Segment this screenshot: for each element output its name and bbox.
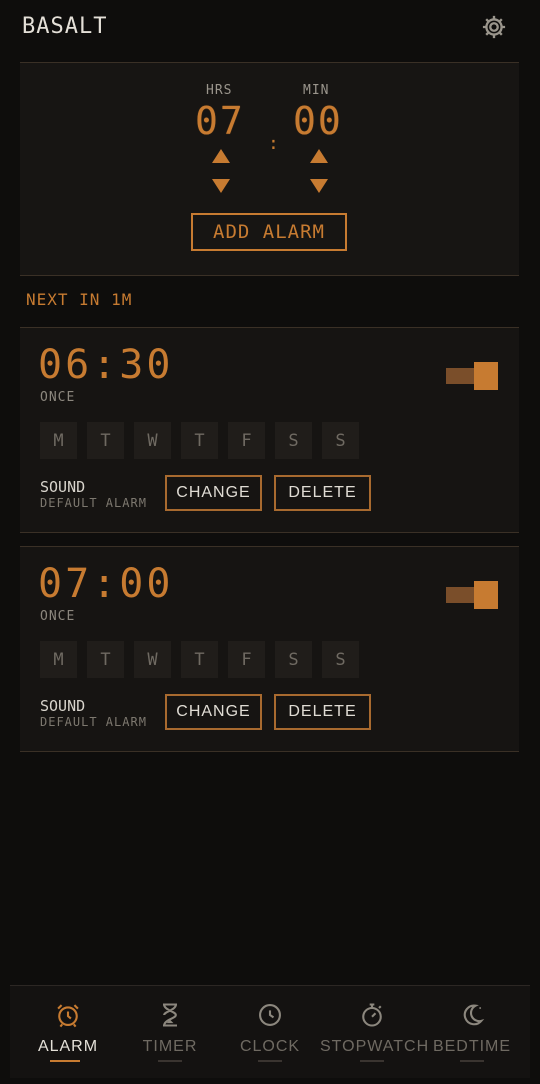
next-alarm-status: NEXT IN 1M: [26, 290, 133, 309]
change-sound-button[interactable]: CHANGE: [165, 475, 262, 511]
day-monday[interactable]: M: [40, 641, 77, 678]
day-wednesday[interactable]: W: [134, 422, 171, 459]
app-header: BASALT: [0, 0, 540, 56]
bottom-nav: ALARM TIMER CLOCK STOPWATCH BEDTIME: [10, 985, 530, 1078]
minutes-up-arrow-icon[interactable]: [310, 149, 328, 163]
weekday-selector: M T W T F S S: [40, 641, 359, 678]
day-wednesday[interactable]: W: [134, 641, 171, 678]
day-friday[interactable]: F: [228, 641, 265, 678]
gear-icon[interactable]: [480, 13, 508, 41]
time-separator: :: [268, 133, 279, 154]
nav-label: CLOCK: [239, 1038, 301, 1055]
nav-label: TIMER: [142, 1038, 198, 1055]
nav-label: STOPWATCH: [320, 1038, 430, 1055]
day-sunday[interactable]: S: [322, 422, 359, 459]
hours-up-arrow-icon[interactable]: [212, 149, 230, 163]
nav-item-clock[interactable]: CLOCK: [218, 986, 322, 1078]
hours-down-arrow-icon[interactable]: [212, 179, 230, 193]
nav-underline: [258, 1060, 282, 1062]
nav-item-bedtime[interactable]: BEDTIME: [420, 986, 524, 1078]
sound-name: DEFAULT ALARM: [40, 496, 147, 510]
alarm-toggle[interactable]: [446, 362, 500, 390]
day-thursday[interactable]: T: [181, 641, 218, 678]
day-tuesday[interactable]: T: [87, 641, 124, 678]
minutes-label: MIN: [303, 83, 330, 98]
alarm-card: 07:00 ONCE M T W T F S S SOUND DEFAULT A…: [20, 546, 519, 752]
alarm-time: 06:30: [38, 342, 174, 388]
day-tuesday[interactable]: T: [87, 422, 124, 459]
minutes-display: 00: [293, 99, 343, 143]
time-setter-panel: HRS MIN 07 : 00 ADD ALARM: [20, 62, 519, 276]
nav-item-stopwatch[interactable]: STOPWATCH: [320, 986, 430, 1078]
day-sunday[interactable]: S: [322, 641, 359, 678]
nav-underline: [158, 1060, 182, 1062]
day-monday[interactable]: M: [40, 422, 77, 459]
clock-icon: [259, 1004, 281, 1026]
add-alarm-button[interactable]: ADD ALARM: [191, 213, 347, 251]
change-sound-button[interactable]: CHANGE: [165, 694, 262, 730]
moon-icon: [463, 1004, 485, 1026]
delete-alarm-button[interactable]: DELETE: [274, 694, 371, 730]
day-saturday[interactable]: S: [275, 422, 312, 459]
alarm-toggle[interactable]: [446, 581, 500, 609]
day-friday[interactable]: F: [228, 422, 265, 459]
app-title: BASALT: [22, 14, 108, 39]
hours-label: HRS: [206, 83, 233, 98]
sound-label: SOUND: [40, 478, 86, 496]
alarm-repeat: ONCE: [40, 390, 76, 405]
alarm-card: 06:30 ONCE M T W T F S S SOUND DEFAULT A…: [20, 327, 519, 533]
nav-item-timer[interactable]: TIMER: [118, 986, 222, 1078]
nav-underline: [50, 1060, 80, 1062]
nav-underline: [360, 1060, 384, 1062]
stopwatch-icon: [362, 1003, 382, 1027]
delete-alarm-button[interactable]: DELETE: [274, 475, 371, 511]
weekday-selector: M T W T F S S: [40, 422, 359, 459]
alarm-repeat: ONCE: [40, 609, 76, 624]
alarm-clock-icon: [57, 1004, 79, 1028]
alarm-time: 07:00: [38, 561, 174, 607]
nav-item-alarm[interactable]: ALARM: [16, 986, 120, 1078]
sound-label: SOUND: [40, 697, 86, 715]
nav-label: BEDTIME: [432, 1038, 512, 1055]
minutes-down-arrow-icon[interactable]: [310, 179, 328, 193]
hours-display: 07: [195, 99, 245, 143]
nav-underline: [460, 1060, 484, 1062]
hourglass-icon: [163, 1003, 177, 1027]
day-saturday[interactable]: S: [275, 641, 312, 678]
sound-name: DEFAULT ALARM: [40, 715, 147, 729]
nav-label: ALARM: [37, 1038, 99, 1055]
day-thursday[interactable]: T: [181, 422, 218, 459]
